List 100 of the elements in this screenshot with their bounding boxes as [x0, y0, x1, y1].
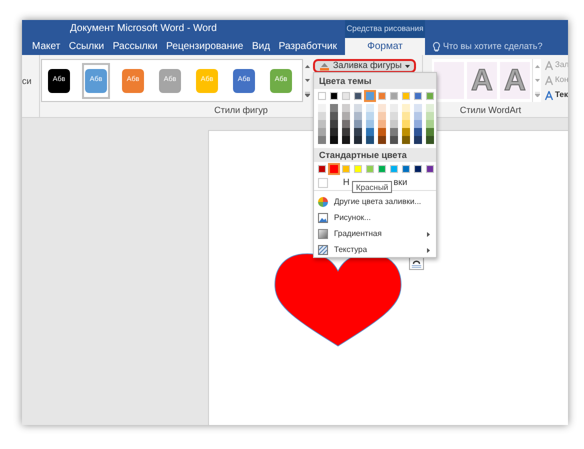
color-swatch[interactable]	[378, 120, 386, 128]
color-swatch[interactable]	[414, 92, 422, 100]
color-swatch[interactable]	[378, 128, 386, 136]
color-swatch[interactable]	[354, 120, 362, 128]
color-swatch[interactable]	[414, 165, 422, 173]
color-swatch[interactable]	[330, 112, 338, 120]
color-swatch[interactable]	[342, 136, 350, 144]
color-swatch[interactable]	[402, 112, 410, 120]
color-wheel-icon	[318, 197, 328, 207]
color-swatch[interactable]	[318, 120, 326, 128]
paint-bucket-icon	[319, 62, 330, 70]
color-swatch[interactable]	[390, 112, 398, 120]
color-swatch[interactable]	[402, 128, 410, 136]
color-swatch[interactable]	[414, 120, 422, 128]
menu-item-text[interactable]: вки	[394, 176, 408, 190]
color-swatch[interactable]	[342, 165, 350, 173]
color-swatch[interactable]	[342, 112, 350, 120]
color-swatch[interactable]	[402, 104, 410, 112]
color-swatch[interactable]	[318, 112, 326, 120]
menu-item-text[interactable]: Н	[343, 176, 350, 190]
color-swatch[interactable]	[378, 112, 386, 120]
color-swatch[interactable]	[378, 136, 386, 144]
color-swatch[interactable]	[426, 112, 434, 120]
color-swatch[interactable]	[330, 165, 338, 173]
color-swatch[interactable]	[342, 92, 350, 100]
ribbon-tab[interactable]: Макет	[32, 38, 60, 55]
color-swatch[interactable]	[354, 112, 362, 120]
wordart-command[interactable]: Тек	[545, 89, 568, 101]
scroll-up-icon[interactable]	[305, 64, 310, 68]
color-swatch[interactable]	[426, 165, 434, 173]
color-swatch[interactable]	[330, 120, 338, 128]
color-swatch[interactable]	[318, 92, 326, 100]
ribbon-tab[interactable]: Разработчик	[278, 38, 337, 55]
color-swatch[interactable]	[402, 120, 410, 128]
color-swatch[interactable]	[378, 165, 386, 173]
color-swatch[interactable]	[414, 136, 422, 144]
color-swatch[interactable]	[342, 104, 350, 112]
color-swatch[interactable]	[366, 92, 374, 100]
color-swatch[interactable]	[390, 92, 398, 100]
color-swatch[interactable]	[402, 165, 410, 173]
color-swatch[interactable]	[414, 112, 422, 120]
ribbon-tab[interactable]: Рассылки	[112, 38, 158, 55]
color-swatch[interactable]	[390, 128, 398, 136]
color-swatch[interactable]	[390, 120, 398, 128]
ribbon-tab[interactable]: Вид	[252, 38, 270, 55]
color-swatch[interactable]	[318, 128, 326, 136]
texture-square-icon	[318, 245, 328, 255]
gradient-square-icon	[318, 229, 328, 239]
tell-me-field[interactable]: Что вы хотите сделать?	[433, 38, 542, 55]
color-swatch[interactable]	[354, 165, 362, 173]
color-swatch[interactable]	[402, 136, 410, 144]
color-swatch[interactable]	[426, 104, 434, 112]
wordart-sample-tile[interactable]	[434, 62, 464, 99]
ribbon-tab[interactable]: Рецензирование	[166, 38, 244, 55]
color-swatch[interactable]	[318, 104, 326, 112]
color-swatch[interactable]	[318, 136, 326, 144]
color-swatch[interactable]	[378, 104, 386, 112]
color-swatch[interactable]	[366, 112, 374, 120]
color-swatch[interactable]	[414, 104, 422, 112]
color-swatch[interactable]	[426, 136, 434, 144]
color-swatch[interactable]	[378, 92, 386, 100]
menu-item[interactable]: Рисунок...	[314, 210, 436, 226]
color-swatch[interactable]	[354, 104, 362, 112]
color-swatch[interactable]	[366, 120, 374, 128]
empty-swatch-icon	[318, 178, 328, 188]
color-swatch[interactable]	[366, 136, 374, 144]
color-swatch[interactable]	[354, 92, 362, 100]
color-swatch[interactable]	[426, 120, 434, 128]
color-swatch[interactable]	[426, 92, 434, 100]
color-swatch[interactable]	[366, 165, 374, 173]
scroll-up-icon[interactable]	[534, 64, 540, 68]
color-swatch[interactable]	[318, 165, 326, 173]
ribbon-tab[interactable]: Ссылки	[68, 38, 104, 55]
ribbon-tab[interactable]: Формат	[345, 38, 425, 55]
color-swatch[interactable]	[354, 136, 362, 144]
menu-item[interactable]: Текстура	[314, 242, 436, 258]
color-swatch[interactable]	[330, 104, 338, 112]
color-swatch[interactable]	[342, 120, 350, 128]
color-swatch[interactable]	[354, 128, 362, 136]
image-icon	[318, 213, 328, 223]
menu-item[interactable]: Другие цвета заливки...	[314, 194, 436, 210]
color-swatch[interactable]	[390, 136, 398, 144]
scroll-down-icon[interactable]	[534, 78, 540, 82]
window-title: Документ Microsoft Word - Word	[70, 22, 218, 36]
color-swatch[interactable]	[330, 136, 338, 144]
color-swatch[interactable]	[390, 165, 398, 173]
expand-gallery-icon[interactable]	[305, 92, 310, 96]
color-swatch[interactable]	[330, 128, 338, 136]
color-swatch[interactable]	[342, 128, 350, 136]
shape-fill-button[interactable]: Заливка фигуры	[313, 59, 416, 73]
color-swatch[interactable]	[402, 92, 410, 100]
menu-item[interactable]: Градиентная	[314, 226, 436, 242]
color-swatch[interactable]	[366, 104, 374, 112]
color-swatch[interactable]	[366, 128, 374, 136]
scroll-down-icon[interactable]	[305, 78, 310, 82]
expand-gallery-icon[interactable]	[534, 92, 540, 96]
color-swatch[interactable]	[390, 104, 398, 112]
color-swatch[interactable]	[426, 128, 434, 136]
color-swatch[interactable]	[330, 92, 338, 100]
color-swatch[interactable]	[414, 128, 422, 136]
